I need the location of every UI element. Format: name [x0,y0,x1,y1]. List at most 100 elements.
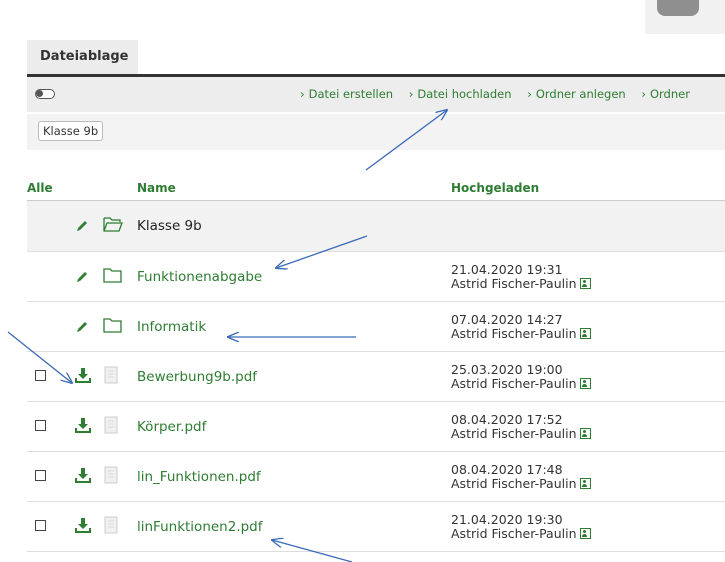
row-date-cell: 21.04.2020 19:30 Astrid Fischer-Paulin [451,501,725,552]
row-icon-cell [103,200,137,252]
table-header: Alle Name Hochgeladen [27,176,725,201]
row-checkbox[interactable] [35,469,46,481]
action-links: › Datei erstellen › Datei hochladen › Ordne… [300,77,702,112]
row-user: Astrid Fischer-Paulin [451,475,577,491]
table-row: Klasse 9b [27,200,725,252]
pdf-file-icon [104,416,118,433]
row-action-cell [63,301,103,352]
row-date-cell: 08.04.2020 17:52 Astrid Fischer-Paulin [451,401,725,452]
download-icon[interactable] [75,517,91,533]
row-check-cell [27,301,63,352]
download-icon[interactable] [75,467,91,483]
row-action-cell [63,351,103,402]
row-user: Astrid Fischer-Paulin [451,275,577,291]
pdf-file-icon [104,366,118,383]
row-date-cell: 25.03.2020 19:00 Astrid Fischer-Paulin [451,351,725,402]
header-all[interactable]: Alle [27,176,63,201]
table-row[interactable]: Bewerbung9b.pdf 25.03.2020 19:00 Astrid F… [27,351,725,402]
row-action-cell [63,451,103,502]
row-action-cell [63,251,103,302]
breadcrumb[interactable]: Klasse 9b [38,121,104,141]
row-icon-cell [103,401,137,452]
row-check-cell [27,351,63,402]
ordner-anlegen-link[interactable]: › Ordner anlegen [527,87,626,101]
download-icon[interactable] [75,367,91,383]
row-date-cell: 08.04.2020 17:48 Astrid Fischer-Paulin [451,451,725,502]
download-icon[interactable] [75,417,91,433]
datei-erstellen-link[interactable]: › Datei erstellen [300,87,393,101]
folder-icon [103,267,122,283]
row-name-cell: Informatik [137,301,451,352]
row-user: Astrid Fischer-Paulin [451,425,577,441]
row-name-cell: linFunktionen2.pdf [137,501,451,552]
header-name[interactable]: Name [137,176,451,201]
row-user: Astrid Fischer-Paulin [451,325,577,341]
table-row[interactable]: lin_Funktionen.pdf 08.04.2020 17:48 Astri… [27,451,725,502]
row-action-cell [63,501,103,552]
pencil-icon[interactable] [75,267,91,283]
user-profile-icon[interactable] [579,277,591,289]
user-profile-icon[interactable] [579,477,591,489]
chevron-right-icon: › [408,87,414,101]
row-date: 25.03.2020 19:00 [451,361,563,377]
ordner-label: Ordner [649,87,690,101]
row-check-cell [27,401,63,452]
row-name-link[interactable]: Informatik [137,319,206,335]
row-action-cell [63,401,103,452]
user-profile-icon[interactable] [579,427,591,439]
folder-open-icon [103,217,123,232]
row-name-link[interactable]: Körper.pdf [137,419,206,435]
user-profile-icon[interactable] [579,327,591,339]
row-icon-cell [103,251,137,302]
tab-dateiablage[interactable]: Dateiablage [27,40,138,74]
row-date: 21.04.2020 19:31 [451,261,563,277]
row-check-cell [27,501,63,552]
row-user: Astrid Fischer-Paulin [451,375,577,391]
row-name-link[interactable]: Bewerbung9b.pdf [137,369,257,385]
row-user: Astrid Fischer-Paulin [451,525,577,541]
chevron-right-icon: › [527,87,532,101]
table-row[interactable]: linFunktionen2.pdf 21.04.2020 19:30 Astri… [27,501,725,552]
row-icon-cell [103,301,137,352]
pencil-icon[interactable] [75,317,91,333]
table-row[interactable]: Körper.pdf 08.04.2020 17:52 Astrid Fische… [27,401,725,452]
pdf-file-icon [104,516,118,533]
ordner-anlegen-label: Ordner anlegen [535,87,626,101]
ordner-link[interactable]: › Ordner [641,87,690,101]
row-name-cell: Körper.pdf [137,401,451,452]
datei-hochladen-link[interactable]: › Datei hochladen [409,87,512,101]
row-date-cell: 07.04.2020 14:27 Astrid Fischer-Paulin [451,301,725,352]
row-check-cell [27,200,63,252]
user-profile-icon[interactable] [579,527,591,539]
row-icon-cell [103,451,137,502]
row-checkbox[interactable] [35,519,46,531]
row-name-link[interactable]: linFunktionen2.pdf [137,519,263,535]
row-name-link[interactable]: lin_Funktionen.pdf [137,469,261,485]
row-name-cell: Bewerbung9b.pdf [137,351,451,402]
chevron-right-icon: › [300,87,305,101]
row-date-cell: 21.04.2020 19:31 Astrid Fischer-Paulin [451,251,725,302]
tab-bar: Dateiablage [27,40,725,77]
row-icon-cell [103,351,137,402]
row-icon-cell [103,501,137,552]
user-profile-icon[interactable] [579,377,591,389]
table-row[interactable]: Informatik 07.04.2020 14:27 Astrid Fische… [27,301,725,352]
row-check-cell [27,251,63,302]
top-button[interactable] [657,0,699,16]
breadcrumb-bar: Klasse 9b [27,114,725,150]
header-uploaded[interactable]: Hochgeladen [451,176,725,201]
row-checkbox[interactable] [35,419,46,431]
toggle-switch[interactable] [35,89,55,99]
row-checkbox[interactable] [35,369,46,381]
pencil-icon[interactable] [75,216,91,232]
datei-hochladen-label: Datei hochladen [417,87,512,101]
toolbar: › Datei erstellen › Datei hochladen › Ordne… [27,77,725,112]
chevron-right-icon: › [641,87,646,101]
row-date: 08.04.2020 17:52 [451,411,563,427]
row-date: 21.04.2020 19:30 [451,511,563,527]
folder-icon [103,317,122,333]
file-table: Alle Name Hochgeladen Klasse 9b Funktion… [27,176,725,552]
row-name-link[interactable]: Funktionenabgabe [137,269,262,285]
row-date: 08.04.2020 17:48 [451,461,563,477]
table-row[interactable]: Funktionenabgabe 21.04.2020 19:31 Astrid … [27,251,725,302]
